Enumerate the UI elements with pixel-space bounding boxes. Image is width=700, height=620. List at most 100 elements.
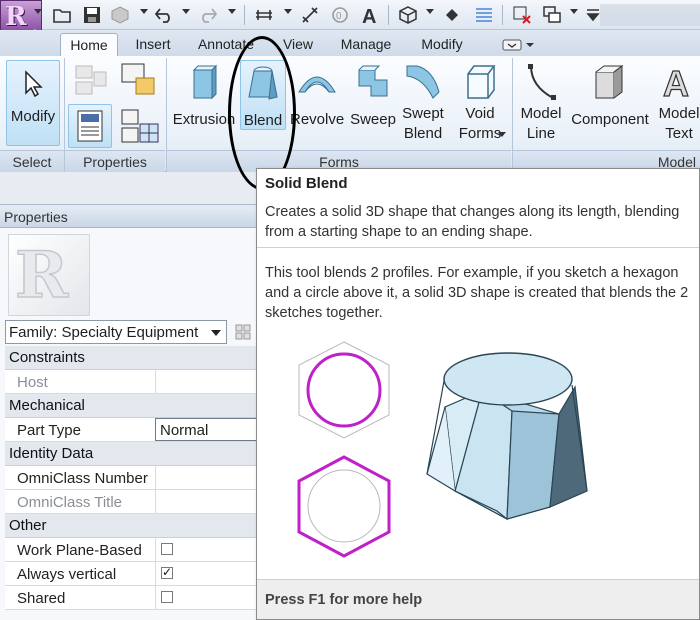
3d-view-icon[interactable] xyxy=(398,5,418,25)
switch-windows-dropdown-icon[interactable] xyxy=(570,9,578,14)
app-menu-dropdown-icon[interactable] xyxy=(34,9,42,14)
param-row-host: Host xyxy=(5,370,258,394)
tab-modify[interactable]: Modify xyxy=(412,33,472,56)
blend-illustration xyxy=(297,341,588,558)
sweep-label: Sweep xyxy=(350,111,396,128)
toolbar-separator xyxy=(244,5,245,25)
extrusion-button[interactable]: Extrusion xyxy=(172,60,236,148)
measure-icon[interactable] xyxy=(254,5,274,25)
chevron-down-icon[interactable] xyxy=(211,330,221,336)
extrusion-icon xyxy=(192,64,218,100)
sweep-icon xyxy=(358,65,388,97)
ribbon-minimize-icon[interactable] xyxy=(502,38,536,52)
tab-home[interactable]: Home xyxy=(60,33,118,56)
model-line-icon xyxy=(528,64,556,100)
close-hidden-icon[interactable] xyxy=(512,5,532,25)
toolbar-separator xyxy=(388,5,389,25)
tag-icon[interactable]: 0 xyxy=(330,5,350,25)
model-line-button[interactable]: Model Line xyxy=(516,60,566,148)
group-constraints[interactable]: Constraints xyxy=(5,346,258,370)
revolve-button[interactable]: Revolve xyxy=(290,60,344,148)
component-button[interactable]: Component xyxy=(568,60,652,148)
edit-type-icon[interactable] xyxy=(234,323,252,341)
void-forms-button[interactable]: Void Forms xyxy=(452,60,508,148)
work-plane-based-checkbox[interactable] xyxy=(161,543,173,555)
param-row-work-plane-based: Work Plane-Based xyxy=(5,538,258,562)
toolbar-separator xyxy=(502,5,503,25)
blend-button[interactable]: Blend xyxy=(240,60,286,130)
svg-text:0: 0 xyxy=(336,11,342,22)
param-row-omniclass-title: OmniClass Title xyxy=(5,490,258,514)
shared-checkbox[interactable] xyxy=(161,591,173,603)
component-label: Component xyxy=(571,111,649,128)
tab-manage[interactable]: Manage xyxy=(334,33,398,56)
group-other[interactable]: Other xyxy=(5,514,258,538)
type-preview-image: R xyxy=(8,234,90,316)
revolve-label: Revolve xyxy=(290,111,345,128)
model-text-label-line2: Text xyxy=(665,125,693,142)
param-value-cell xyxy=(155,586,258,609)
cursor-arrow-icon xyxy=(25,70,43,98)
omniclass-number-field[interactable] xyxy=(155,466,258,489)
properties-palette-title[interactable]: Properties xyxy=(0,204,258,228)
tab-annotate[interactable]: Annotate xyxy=(192,33,260,56)
param-row-omniclass-number: OmniClass Number xyxy=(5,466,258,490)
swept-blend-button[interactable]: Swept Blend xyxy=(400,60,446,148)
hexagon-outline xyxy=(298,341,390,439)
group-identity-data[interactable]: Identity Data xyxy=(5,442,258,466)
type-properties-icon[interactable] xyxy=(118,106,160,146)
panel-title-select[interactable]: Select xyxy=(0,150,64,172)
switch-windows-icon[interactable] xyxy=(542,5,562,25)
param-row-always-vertical: Always vertical xyxy=(5,562,258,586)
dimension-icon[interactable] xyxy=(300,5,320,25)
undo-dropdown-icon[interactable] xyxy=(182,9,190,14)
properties-palette: R Family: Specialty Equipment Constraint… xyxy=(0,228,258,620)
redo-icon[interactable] xyxy=(198,5,218,25)
3d-view-dropdown-icon[interactable] xyxy=(426,9,434,14)
param-value xyxy=(155,370,258,393)
measure-dropdown-icon[interactable] xyxy=(284,9,292,14)
part-type-input[interactable]: Normal xyxy=(155,418,258,441)
redo-dropdown-icon[interactable] xyxy=(228,9,236,14)
ribbon-tab-bar: Home Insert Annotate View Manage Modify xyxy=(0,30,700,56)
tab-insert[interactable]: Insert xyxy=(126,33,180,56)
tooltip-divider xyxy=(257,247,699,248)
group-mechanical[interactable]: Mechanical xyxy=(5,394,258,418)
sweep-button[interactable]: Sweep xyxy=(346,60,400,148)
panel-title-properties[interactable]: Properties xyxy=(65,150,165,172)
param-value-cell xyxy=(155,562,258,585)
blend-label: Blend xyxy=(243,112,283,129)
tab-view[interactable]: View xyxy=(274,33,322,56)
param-name: Shared xyxy=(17,590,66,607)
param-name: Host xyxy=(17,374,48,391)
undo-icon[interactable] xyxy=(154,5,174,25)
extrusion-label: Extrusion xyxy=(172,111,236,128)
family-type-selector[interactable]: Family: Specialty Equipment xyxy=(5,320,227,344)
family-category-icon[interactable] xyxy=(118,60,158,100)
save-icon[interactable] xyxy=(82,5,102,25)
sync-dropdown-icon[interactable] xyxy=(140,9,148,14)
revolve-icon xyxy=(298,76,336,93)
void-forms-dropdown-icon[interactable] xyxy=(498,132,506,137)
model-text-label-line1: Model xyxy=(658,105,700,122)
text-icon[interactable]: A xyxy=(360,5,380,25)
modify-button[interactable]: Modify xyxy=(6,60,60,146)
sync-icon[interactable] xyxy=(110,5,130,25)
tooltip-footer: Press F1 for more help xyxy=(257,579,699,619)
family-types-icon[interactable] xyxy=(72,62,110,100)
section-icon[interactable] xyxy=(442,5,462,25)
void-forms-label-line1: Void xyxy=(465,105,495,122)
quick-access-toolbar: R A 0 A xyxy=(0,0,700,40)
circle-outline xyxy=(307,469,381,543)
param-name: OmniClass Title xyxy=(17,494,123,511)
properties-palette-icon xyxy=(77,110,103,142)
swept-blend-icon xyxy=(406,65,440,99)
thin-lines-icon[interactable] xyxy=(474,5,494,25)
revit-logo-icon: R xyxy=(5,2,27,32)
open-icon[interactable] xyxy=(52,5,72,25)
model-text-button[interactable]: A Model Text xyxy=(654,60,700,148)
always-vertical-checkbox[interactable] xyxy=(161,565,173,579)
model-line-label-line2: Line xyxy=(526,125,556,142)
properties-button[interactable] xyxy=(68,104,112,148)
modify-label: Modify xyxy=(10,108,56,125)
